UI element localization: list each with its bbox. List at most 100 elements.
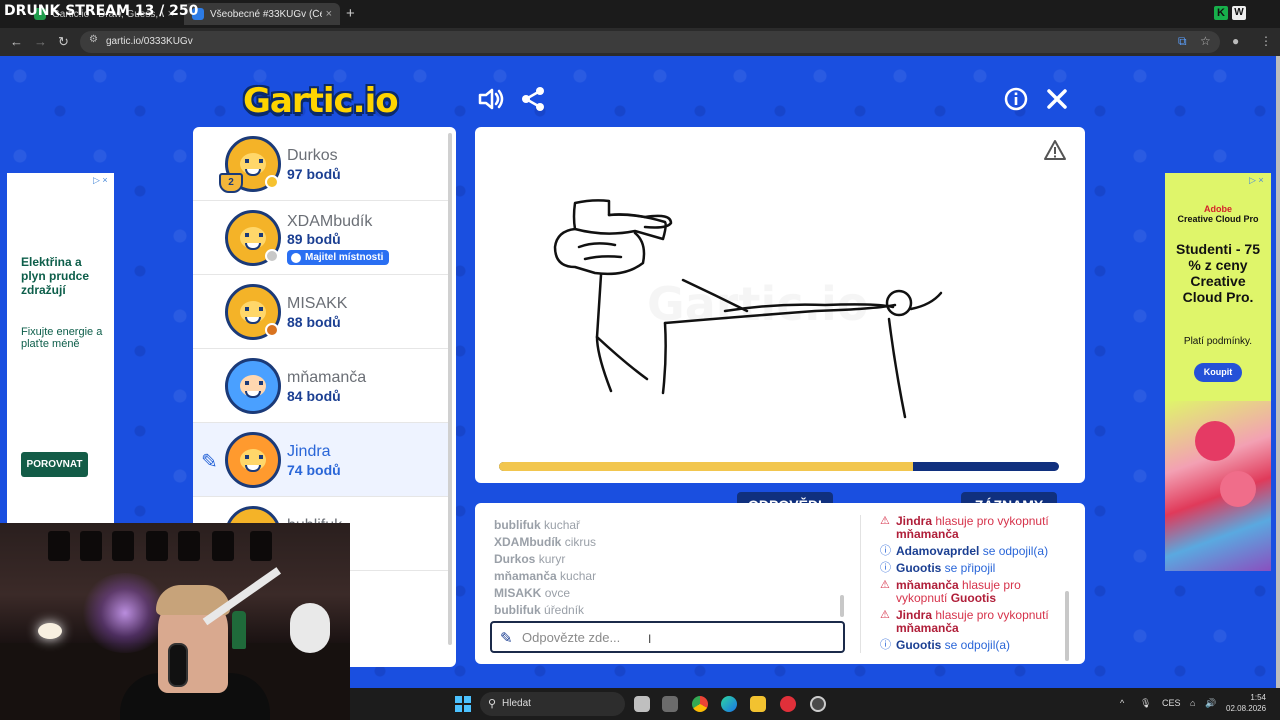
answer-input-box[interactable]: ✎ I: [490, 621, 845, 653]
chrome-icon[interactable]: [692, 696, 708, 712]
start-windows-icon[interactable]: [455, 696, 471, 712]
player-name: mňamanča: [287, 369, 367, 386]
list-item: Durkos kuryr: [494, 552, 566, 566]
info-icon: ⓘ: [880, 639, 891, 651]
avatar: [225, 358, 281, 414]
divider: [860, 515, 861, 653]
tab-close-icon[interactable]: ×: [326, 8, 332, 20]
volume-icon[interactable]: 🔊: [1205, 698, 1216, 709]
file-explorer-icon[interactable]: [750, 696, 766, 712]
ad-headline: Elektřina a plyn prudce zdražují: [21, 255, 90, 297]
player-row[interactable]: MISAKK 88 bodů: [193, 275, 448, 349]
list-item: MISAKK ovce: [494, 586, 571, 600]
player-name: Durkos: [287, 147, 338, 164]
right-advertisement[interactable]: ▷ × Adobe Creative Cloud Pro Studenti - …: [1165, 173, 1271, 571]
taskbar-search[interactable]: Hledat: [480, 692, 625, 716]
extension-w-icon[interactable]: W: [1232, 6, 1246, 20]
ad-compare-button[interactable]: POROVNAT: [21, 452, 88, 477]
ad-product: Creative Cloud Pro: [1177, 214, 1259, 224]
translate-icon[interactable]: ⧉: [1178, 34, 1187, 49]
report-warning-icon[interactable]: [1043, 139, 1067, 161]
player-row[interactable]: mňamanča 84 bodů: [193, 349, 448, 423]
back-arrow-icon[interactable]: ←: [10, 34, 23, 49]
ad-subtext: Platí podmínky.: [1183, 336, 1253, 347]
player-points: 84 bodů: [287, 388, 341, 404]
player-row-drawing[interactable]: ✎ Jindra 74 bodů: [193, 423, 448, 497]
ad-buy-button[interactable]: Koupit: [1194, 363, 1242, 382]
player-points: 89 bodů: [287, 231, 341, 247]
player-row[interactable]: XDAMbudík 89 bodů Majitel místnosti: [193, 201, 448, 275]
mic-icon[interactable]: 🎙: [1140, 698, 1151, 709]
ad-brand: Adobe: [1204, 204, 1232, 214]
log-item: ⚠ mňamanča hlasuje pro vykopnutí Guootis: [880, 578, 1021, 605]
player-row[interactable]: 2 Durkos 97 bodů: [193, 127, 448, 201]
browser-tab-room[interactable]: Všeobecné #33KUGv (Čeština) ×: [184, 3, 340, 25]
site-info-icon[interactable]: ⚙: [89, 34, 98, 45]
close-room-icon[interactable]: [1046, 88, 1068, 110]
left-advertisement[interactable]: ▷ × Elektřina a plyn prudce zdražují Fix…: [7, 173, 114, 523]
list-item: bublifuk kuchař: [494, 518, 581, 532]
network-icon[interactable]: ⌂: [1190, 698, 1195, 708]
tray-chevron-icon[interactable]: ^: [1120, 698, 1124, 708]
avatar: [225, 432, 281, 488]
text-cursor-icon: I: [648, 632, 652, 646]
ad-choices-icon[interactable]: ▷ ×: [93, 175, 108, 186]
extension-k-icon[interactable]: K: [1214, 6, 1228, 20]
drawing-canvas[interactable]: Gartic.io: [475, 127, 1085, 483]
logs-scrollbar[interactable]: [1065, 591, 1069, 661]
log-item: ⚠ Jindra hlasuje pro vykopnutí mňamanča: [880, 514, 1049, 541]
list-item: XDAMbudík cikrus: [494, 535, 597, 549]
chat-panel: bublifuk kuchař XDAMbudík cikrus Durkos …: [475, 503, 1085, 664]
record-app-icon[interactable]: [780, 696, 796, 712]
player-name: MISAKK: [287, 295, 348, 312]
clock[interactable]: 1:54 02.08.2026: [1226, 692, 1266, 714]
ad-choices-icon[interactable]: ▷ ×: [1249, 175, 1264, 186]
reload-icon[interactable]: ↻: [58, 34, 69, 50]
url-field[interactable]: gartic.io/0333KUGv: [80, 31, 1220, 53]
share-icon[interactable]: [520, 86, 546, 112]
warning-icon: ⚠: [880, 579, 890, 591]
clock-time: 1:54: [1250, 693, 1266, 702]
status-dot: [265, 323, 279, 337]
log-item: ⚠ Jindra hlasuje pro vykopnutí mňamanča: [880, 608, 1049, 635]
player-points: 74 bodů: [287, 462, 341, 478]
windows-taskbar: Hledat ^ 🎙 CES ⌂ 🔊 1:54 02.08.2026: [350, 688, 1280, 720]
answers-list: bublifuk kuchař XDAMbudík cikrus Durkos …: [494, 517, 849, 619]
drawing-strokes: [553, 199, 943, 419]
bookmark-star-icon[interactable]: ☆: [1200, 34, 1211, 48]
menu-kebab-icon[interactable]: ⋮: [1260, 34, 1272, 48]
new-tab-button[interactable]: +: [346, 5, 355, 22]
list-item: bublifuk úředník: [494, 603, 585, 617]
players-scrollbar[interactable]: [448, 133, 452, 645]
edge-icon[interactable]: [721, 696, 737, 712]
clock-date: 02.08.2026: [1226, 704, 1267, 713]
trophy-icon: 2: [219, 173, 243, 193]
profile-avatar-icon[interactable]: ●: [1232, 34, 1239, 48]
task-view-icon[interactable]: [634, 696, 650, 712]
obs-icon[interactable]: [810, 696, 826, 712]
forward-arrow-icon[interactable]: →: [34, 34, 47, 49]
info-icon[interactable]: [1004, 87, 1028, 111]
sound-icon[interactable]: [478, 87, 506, 111]
pencil-icon: ✎: [500, 630, 513, 647]
answer-input[interactable]: [522, 627, 837, 647]
round-timer-fill: [499, 462, 914, 471]
warning-icon: ⚠: [880, 515, 890, 527]
store-icon[interactable]: [662, 696, 678, 712]
status-dot: [265, 175, 279, 189]
answers-scrollbar[interactable]: [840, 595, 844, 617]
page-scrollbar[interactable]: [1276, 56, 1280, 688]
browser-toolbar: ← → ↻ gartic.io/0333KUGv: [0, 28, 1280, 56]
info-icon: ⓘ: [880, 562, 891, 574]
log-item: ⓘ Adamovaprdel se odpojil(a): [880, 544, 1049, 558]
ad-subtext: Fixujte energie a plaťte méně: [21, 326, 103, 350]
stream-overlay-title: DRUNK STREAM 13 / 250: [4, 3, 199, 19]
player-points: 97 bodů: [287, 166, 341, 182]
webcam-overlay: [0, 523, 350, 720]
language-indicator[interactable]: CES: [1162, 698, 1181, 708]
logs-list: ⚠ Jindra hlasuje pro vykopnutí mňamanča ⓘ…: [880, 515, 1060, 656]
ad-artwork: [1165, 401, 1271, 571]
round-timer-bar: [499, 462, 1059, 471]
log-item: ⓘ Guootis se připojil: [880, 561, 996, 575]
warning-icon: ⚠: [880, 609, 890, 621]
